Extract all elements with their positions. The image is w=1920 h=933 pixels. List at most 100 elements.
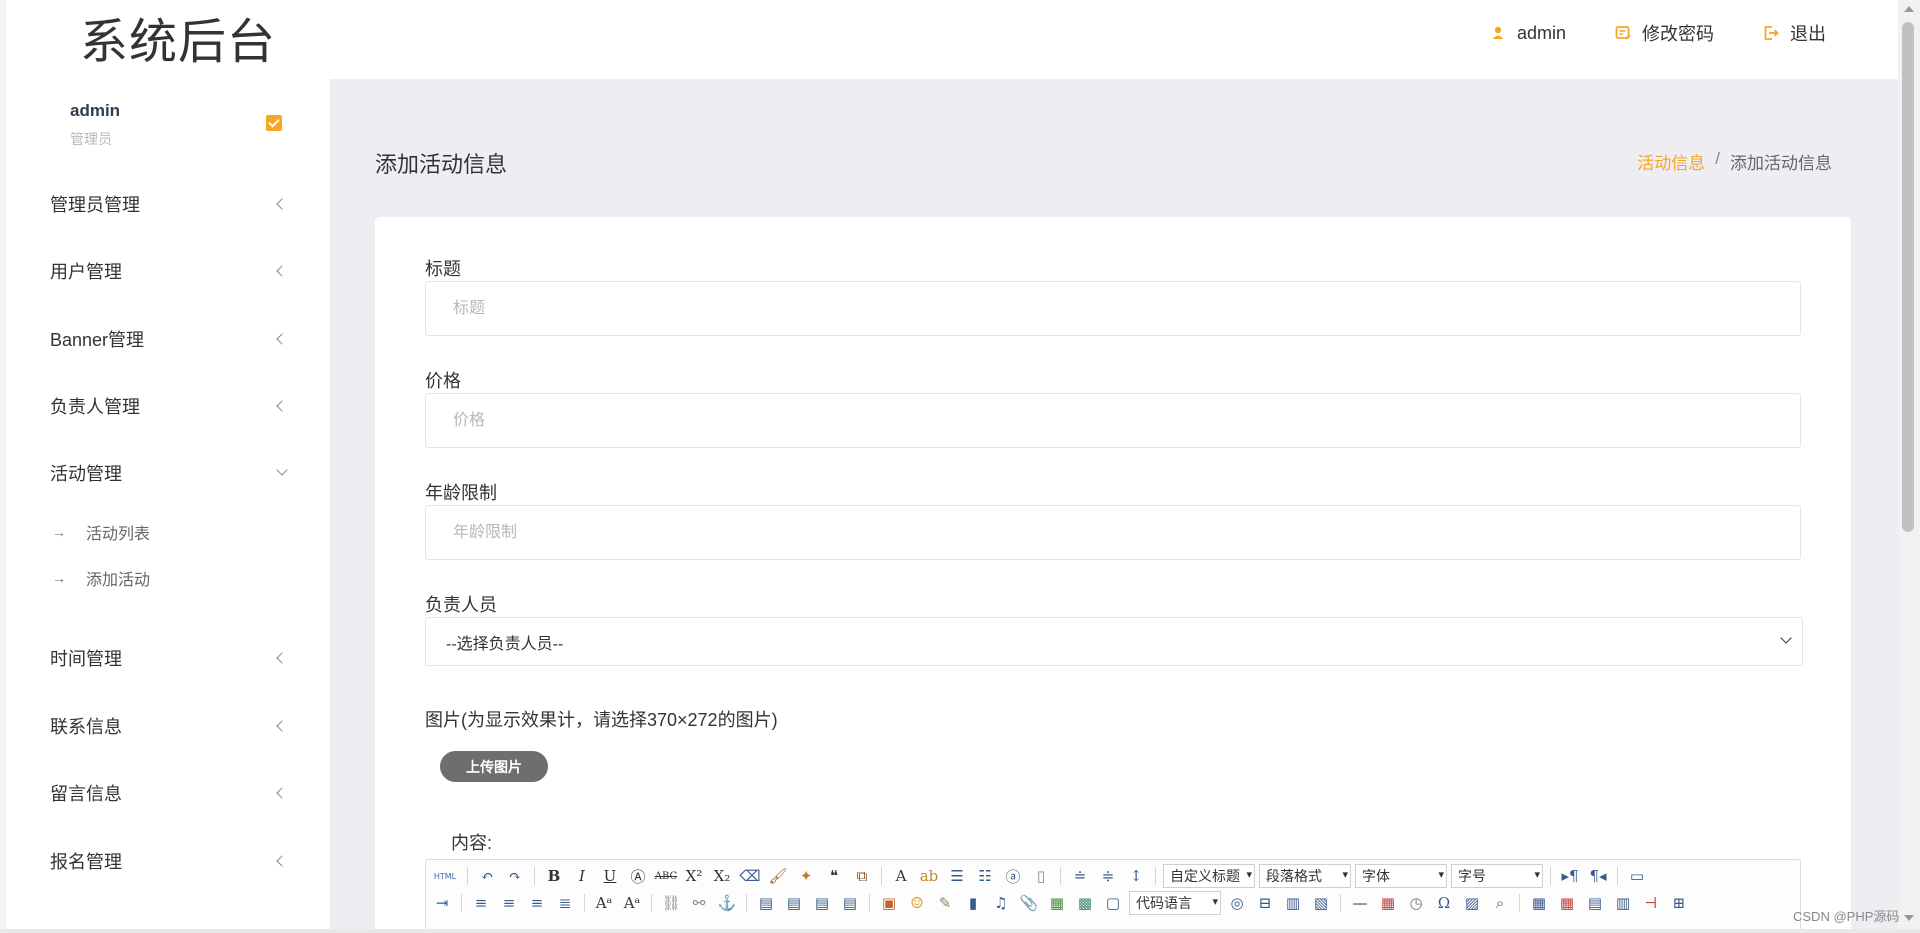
redo-icon[interactable]: ↷ — [503, 865, 527, 887]
image-right-icon[interactable]: ▤ — [810, 892, 834, 914]
attachment-icon[interactable]: 📎 — [1017, 892, 1041, 914]
align-left-icon[interactable]: ≡ — [469, 892, 493, 914]
custom-heading-select[interactable]: 自定义标题 — [1163, 864, 1255, 888]
undo-icon[interactable]: ↶ — [475, 865, 499, 887]
checkbox-badge-icon[interactable] — [266, 115, 282, 131]
paragraph-format-select[interactable]: 段落格式 — [1259, 864, 1351, 888]
insert-video-icon[interactable]: ▮ — [961, 892, 985, 914]
wordimage-icon[interactable]: ▨ — [1460, 892, 1484, 914]
time-icon[interactable]: ◷ — [1404, 892, 1428, 914]
delete-row-icon[interactable]: ⊣ — [1639, 892, 1663, 914]
sidebar-item-contact-info[interactable]: 联系信息 — [50, 711, 290, 741]
format-painter-icon[interactable]: 🖌 — [766, 865, 790, 887]
web-app-icon[interactable]: ◎ — [1225, 892, 1249, 914]
indent-icon[interactable]: ⇥ — [430, 892, 454, 914]
fullscreen-icon[interactable]: ▭ — [1625, 865, 1649, 887]
image-left-icon[interactable]: ▤ — [782, 892, 806, 914]
sidebar-item-time-management[interactable]: 时间管理 — [50, 643, 290, 673]
price-input[interactable] — [425, 393, 1801, 448]
chevron-left-icon — [276, 198, 288, 210]
insert-row-icon[interactable]: ▥ — [1611, 892, 1635, 914]
insert-paragraph-before-table-icon[interactable]: ▤ — [1583, 892, 1607, 914]
date-icon[interactable]: ▦ — [1376, 892, 1400, 914]
direction-ltr-icon[interactable]: ▸¶ — [1558, 865, 1582, 887]
sidebar-item-admin-management[interactable]: 管理员管理 — [50, 189, 290, 219]
page-scrollbar[interactable] — [1898, 0, 1920, 929]
title-input[interactable] — [425, 281, 1801, 336]
font-size-select[interactable]: 字号 — [1451, 864, 1543, 888]
search-replace-icon[interactable]: ⌕ — [1488, 892, 1512, 914]
image-none-icon[interactable]: ▤ — [754, 892, 778, 914]
scroll-up-arrow-icon[interactable] — [1904, 6, 1914, 12]
superscript-icon[interactable]: X² — [682, 865, 706, 887]
sidebar-item-owner-management[interactable]: 负责人管理 — [50, 391, 290, 421]
link-icon[interactable]: ⛓ — [659, 892, 683, 914]
subscript-icon[interactable]: X₂ — [710, 865, 734, 887]
background-color-icon[interactable]: ab — [917, 865, 941, 887]
background-icon[interactable]: ▧ — [1309, 892, 1333, 914]
row-spacing-bottom-icon[interactable]: ≑ — [1096, 865, 1120, 887]
clear-document-icon[interactable]: ▯ — [1029, 865, 1053, 887]
horizontal-rule-icon[interactable]: — — [1348, 892, 1372, 914]
font-color-icon[interactable]: A — [889, 865, 913, 887]
align-center-icon[interactable]: ≡ — [497, 892, 521, 914]
emotion-icon[interactable]: ☺ — [905, 892, 929, 914]
bold-icon[interactable]: B — [542, 865, 566, 887]
breadcrumb-parent-link[interactable]: 活动信息 — [1637, 149, 1705, 174]
sidebar-subitem-add-activity[interactable]: → 添加活动 — [52, 566, 150, 590]
insert-image-icon[interactable]: ▣ — [877, 892, 901, 914]
paste-plain-icon[interactable]: ⧉ — [850, 865, 874, 887]
pagebreak-icon[interactable]: ⊟ — [1253, 892, 1277, 914]
line-height-icon[interactable]: ↕ — [1124, 865, 1148, 887]
unordered-list-icon[interactable]: ☷ — [973, 865, 997, 887]
delete-table-icon[interactable]: ▦ — [1555, 892, 1579, 914]
scroll-thumb[interactable] — [1902, 22, 1914, 532]
image-center-icon[interactable]: ▤ — [838, 892, 862, 914]
scrawl-icon[interactable]: ✎ — [933, 892, 957, 914]
strikethrough-icon[interactable]: ABC — [654, 865, 678, 887]
italic-icon[interactable]: I — [570, 865, 594, 887]
insert-col-icon[interactable]: ⊞ — [1667, 892, 1691, 914]
html-source-button[interactable]: HTML — [430, 865, 460, 887]
owner-select[interactable]: --选择负责人员-- — [425, 617, 1803, 666]
sidebar-item-banner-management[interactable]: Banner管理 — [50, 324, 290, 354]
blockquote-icon[interactable]: ❝ — [822, 865, 846, 887]
align-justify-icon[interactable]: ≣ — [553, 892, 577, 914]
font-border-icon[interactable]: Ⓐ — [626, 865, 650, 887]
title-label: 标题 — [425, 259, 461, 279]
to-uppercase-icon[interactable]: Aᵃ — [592, 892, 616, 914]
breadcrumb-current: 添加活动信息 — [1730, 154, 1832, 173]
user-menu[interactable]: admin — [1489, 23, 1566, 44]
select-all-icon[interactable]: ⓐ — [1001, 865, 1025, 887]
age-limit-input[interactable] — [425, 505, 1801, 560]
gmap-icon[interactable]: ▩ — [1073, 892, 1097, 914]
scroll-down-arrow-icon[interactable] — [1904, 915, 1914, 921]
align-right-icon[interactable]: ≡ — [525, 892, 549, 914]
sidebar-item-user-management[interactable]: 用户管理 — [50, 256, 290, 286]
anchor-icon[interactable]: ⚓ — [715, 892, 739, 914]
underline-icon[interactable]: U — [598, 865, 622, 887]
ordered-list-icon[interactable]: ☰ — [945, 865, 969, 887]
special-chars-icon[interactable]: Ω — [1432, 892, 1456, 914]
auto-typeset-icon[interactable]: ✦ — [794, 865, 818, 887]
to-lowercase-icon[interactable]: Aᵃ — [620, 892, 644, 914]
font-family-select[interactable]: 字体 — [1355, 864, 1447, 888]
sidebar-item-registration-management[interactable]: 报名管理 — [50, 846, 290, 876]
row-spacing-top-icon[interactable]: ≐ — [1068, 865, 1092, 887]
eraser-icon[interactable]: ⌫ — [738, 865, 762, 887]
direction-rtl-icon[interactable]: ¶◂ — [1586, 865, 1610, 887]
template-icon[interactable]: ▥ — [1281, 892, 1305, 914]
sidebar-item-activity-management[interactable]: 活动管理 — [50, 458, 290, 488]
sidebar-subitem-activity-list[interactable]: → 活动列表 — [52, 520, 150, 544]
toolbar-separator — [467, 867, 468, 885]
upload-image-button[interactable]: 上传图片 — [440, 751, 548, 782]
code-language-select[interactable]: 代码语言 — [1129, 891, 1221, 915]
music-icon[interactable]: ♫ — [989, 892, 1013, 914]
change-password-link[interactable]: 修改密码 — [1614, 20, 1714, 46]
sidebar-item-messages[interactable]: 留言信息 — [50, 778, 290, 808]
insert-frame-icon[interactable]: ▢ — [1101, 892, 1125, 914]
unlink-icon[interactable]: ⚯ — [687, 892, 711, 914]
map-icon[interactable]: ▦ — [1045, 892, 1069, 914]
insert-table-icon[interactable]: ▦ — [1527, 892, 1551, 914]
logout-link[interactable]: 退出 — [1762, 20, 1826, 46]
